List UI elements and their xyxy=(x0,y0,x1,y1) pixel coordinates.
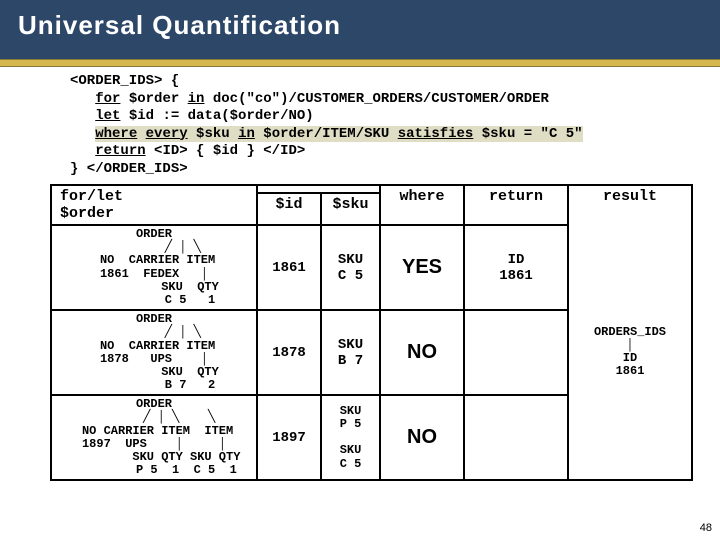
cell-sku: SKU C 5 xyxy=(321,225,380,310)
col-result: result xyxy=(603,188,657,205)
order-tree: ORDER ╱ │ ╲ NO CARRIER ITEM 1861 FEDEX │… xyxy=(51,225,257,310)
cell-id: 1878 xyxy=(257,310,321,395)
slide-title: Universal Quantification xyxy=(18,10,702,41)
slide-header: Universal Quantification xyxy=(0,0,720,59)
cell-where: NO xyxy=(380,395,464,480)
col-return: return xyxy=(489,188,543,205)
col-sku: $sku xyxy=(321,193,380,225)
code-line-4: where every $sku in $order/ITEM/SKU sati… xyxy=(70,126,720,144)
table-row: ORDER ╱ │ ╲ NO CARRIER ITEM 1861 FEDEX │… xyxy=(51,225,692,310)
page-number: 48 xyxy=(700,522,712,534)
code-line-6: } </ORDER_IDS> xyxy=(70,161,720,179)
code-line-3: let $id := data($order/NO) xyxy=(70,108,720,126)
cell-id: 1861 xyxy=(257,225,321,310)
cell-return: ID 1861 xyxy=(464,225,568,310)
divider xyxy=(0,59,720,67)
header-row-1: for/let $order where return result xyxy=(51,185,692,193)
code-line-1: <ORDER_IDS> { xyxy=(70,73,720,91)
code-line-5: return <ID> { $id } </ID> xyxy=(70,143,720,161)
cell-where: YES xyxy=(380,225,464,310)
cell-sku: SKU P 5 SKU C 5 xyxy=(321,395,380,480)
col-where: where xyxy=(399,188,444,205)
code-line-2: for $order in doc("co")/CUSTOMER_ORDERS/… xyxy=(70,91,720,109)
code-block: <ORDER_IDS> { for $order in doc("co")/CU… xyxy=(70,73,720,178)
col-forlet: for/let $order xyxy=(51,185,257,225)
cell-result: ORDERS_IDS │ ID 1861 xyxy=(568,225,692,480)
cell-return xyxy=(464,310,568,395)
col-id: $id xyxy=(257,193,321,225)
cell-return xyxy=(464,395,568,480)
order-tree: ORDER ╱ │ ╲ ╲ NO CARRIER ITEM ITEM 1897 … xyxy=(51,395,257,480)
cell-sku: SKU B 7 xyxy=(321,310,380,395)
cell-id: 1897 xyxy=(257,395,321,480)
evaluation-table: for/let $order where return result $id $… xyxy=(50,184,693,481)
order-tree: ORDER ╱ │ ╲ NO CARRIER ITEM 1878 UPS │ S… xyxy=(51,310,257,395)
cell-where: NO xyxy=(380,310,464,395)
